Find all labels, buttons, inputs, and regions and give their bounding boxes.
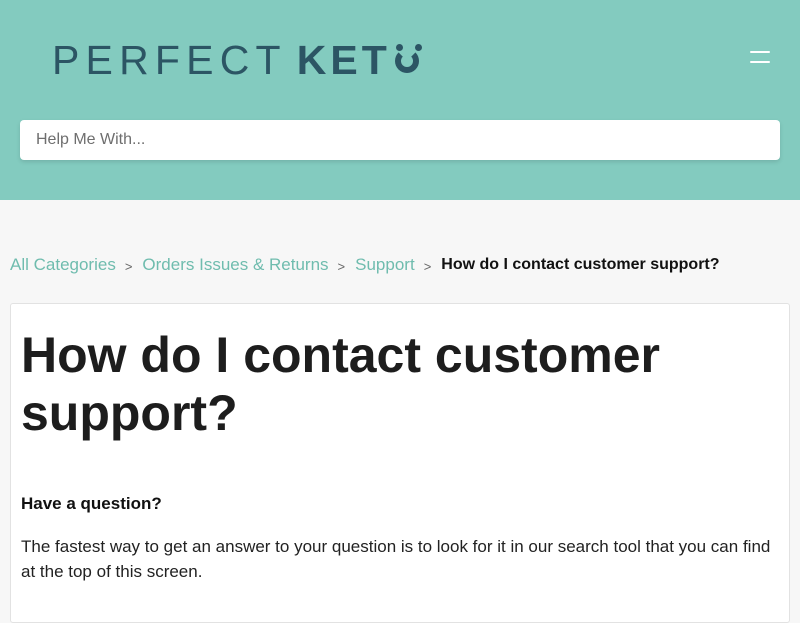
logo-o-umlaut-icon	[393, 42, 427, 78]
article-subheading: Have a question?	[21, 494, 162, 513]
breadcrumb-orders-issues-returns[interactable]: Orders Issues & Returns	[142, 255, 328, 275]
breadcrumb-support[interactable]: Support	[355, 255, 415, 275]
search-bar[interactable]	[20, 120, 780, 160]
article-title: How do I contact customer support?	[21, 327, 660, 441]
search-input[interactable]	[20, 120, 780, 160]
logo-text-keto: KET	[297, 37, 427, 84]
breadcrumb-separator-icon: >	[124, 258, 133, 274]
breadcrumb-all-categories[interactable]: All Categories	[10, 255, 116, 275]
breadcrumb-separator-icon: >	[423, 258, 432, 274]
logo-text-perfect: PERFECT	[52, 36, 287, 83]
site-header: PERFECT KET	[0, 0, 800, 200]
breadcrumb: All Categories > Orders Issues & Returns…	[10, 255, 720, 275]
article-paragraph: The fastest way to get an answer to your…	[21, 537, 771, 581]
breadcrumb-separator-icon: >	[337, 258, 346, 274]
hamburger-menu-icon[interactable]	[748, 48, 772, 66]
perfect-keto-logo[interactable]: PERFECT KET	[52, 36, 427, 84]
breadcrumb-current-page: How do I contact customer support?	[441, 256, 720, 273]
logo-text-ket: KET	[296, 36, 391, 83]
article-card: How do I contact customer support? Have …	[10, 303, 790, 623]
